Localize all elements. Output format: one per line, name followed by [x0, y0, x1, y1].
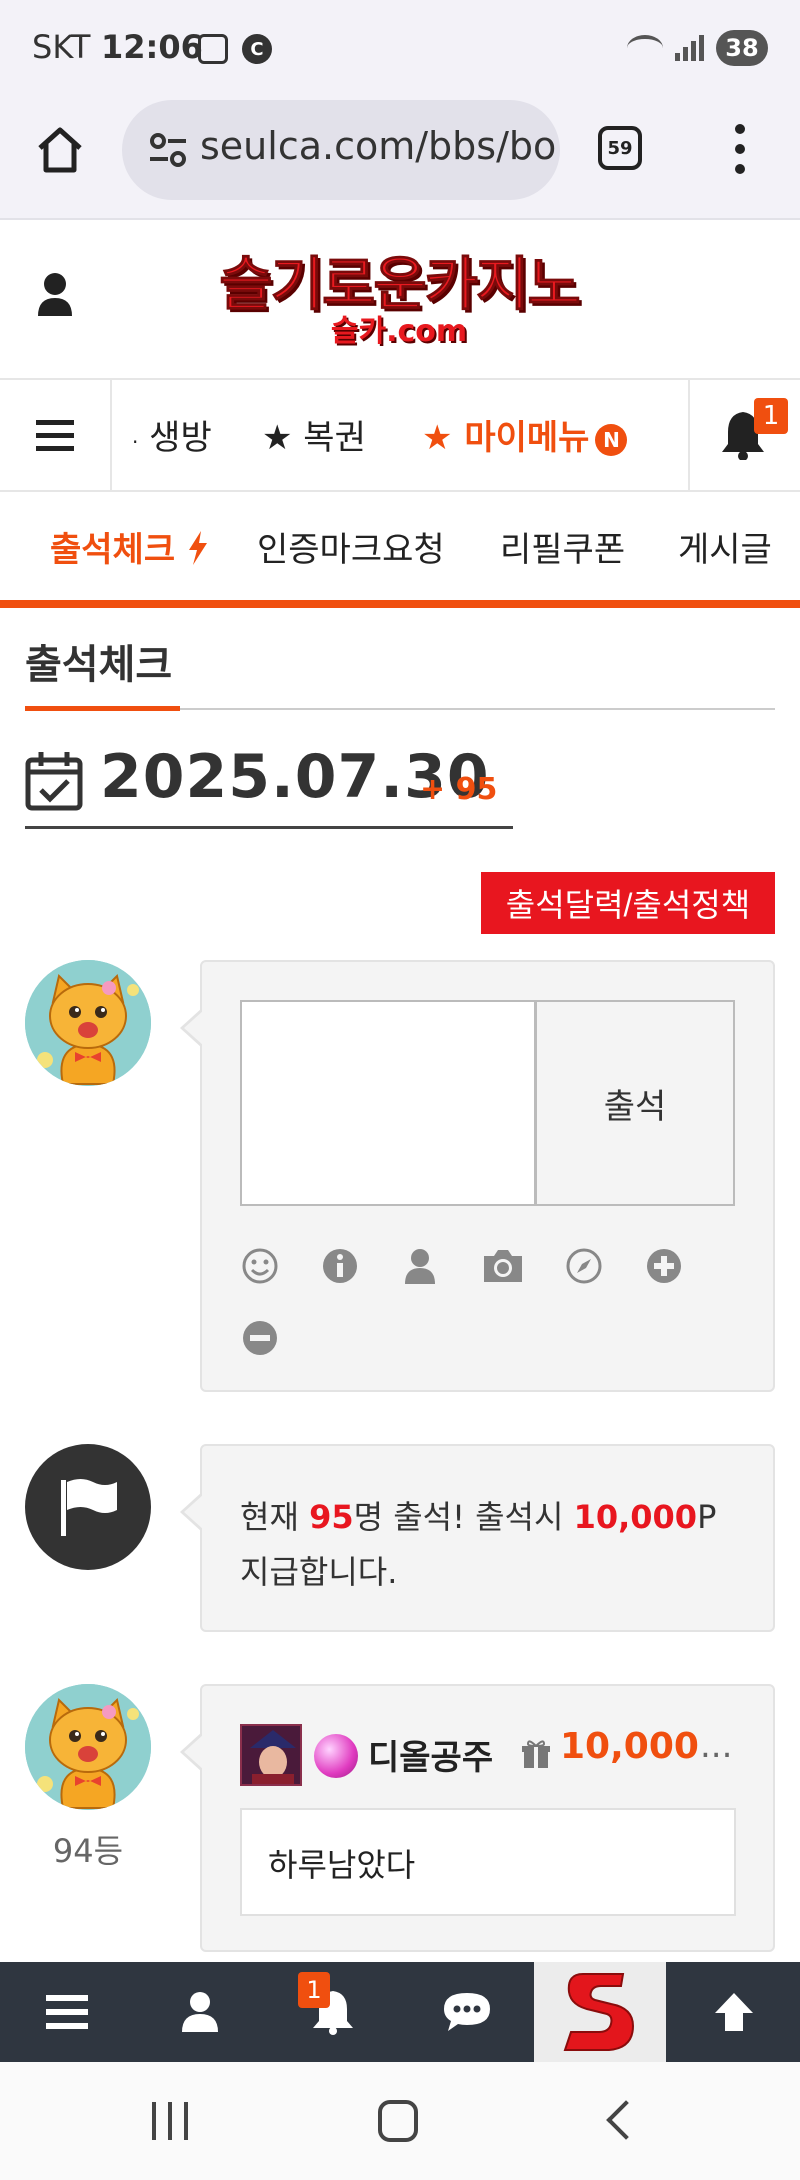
logo-domain: 슬카.com [330, 314, 468, 349]
tab-attendance[interactable]: 출석체크 [50, 522, 209, 571]
more-options-button[interactable]: ... [700, 1726, 732, 1766]
date-underline [25, 826, 513, 829]
notification-badge: 1 [298, 1972, 330, 2008]
level-gem-icon [314, 1734, 358, 1778]
clock: 12:06 [101, 28, 203, 66]
notice-text: 명 출석! 출석시 [353, 1498, 574, 1536]
user-icon[interactable] [400, 1246, 440, 1286]
main-nav: · 생방 ★ 복권 ★ 마이메뉴 N 1 [0, 378, 800, 492]
site-logo[interactable]: 슬기로운카지노 슬카.com [214, 252, 584, 352]
attendee-count: + 95 [420, 772, 498, 807]
home-button[interactable] [378, 2100, 418, 2142]
browser-toolbar: seulca.com/bbs/bo 59 [0, 96, 800, 220]
address-bar[interactable]: seulca.com/bbs/bo [122, 100, 560, 200]
signal-icon [675, 35, 704, 61]
compass-icon[interactable] [564, 1246, 604, 1286]
screenshot-icon [198, 34, 228, 64]
comment-card: 디올공주 10,000 ... 하루남았다 [180, 1684, 775, 1952]
cat-avatar-image [25, 960, 151, 1086]
sub-nav: 출석체크 인증마크요청 리필쿠폰 게시글 [0, 492, 800, 608]
main-nav-items: · 생방 ★ 복권 ★ 마이메뉴 N [112, 380, 688, 490]
url-text: seulca.com/bbs/bo [200, 124, 557, 168]
lightning-icon [188, 531, 207, 565]
site-settings-icon[interactable] [148, 132, 188, 168]
user-profile-image[interactable] [240, 1724, 302, 1786]
new-badge: N [595, 423, 628, 456]
arrow-up-icon [714, 1993, 753, 2031]
nav-item-live[interactable]: · 생방 [132, 410, 212, 459]
notice-text: 현재 [240, 1498, 310, 1536]
calendar-check-icon [25, 752, 83, 811]
attendance-notice-card: 현재 95명 출석! 출석시 10,000P 지급합니다. [180, 1444, 775, 1632]
attendance-submit-button[interactable]: 출석 [535, 1000, 735, 1206]
battery-indicator: 38 [716, 30, 768, 66]
nav-item-my-menu[interactable]: ★ 마이메뉴 N [422, 410, 628, 459]
attendance-form-card: 출석 [180, 960, 775, 1392]
wifi-icon [627, 35, 663, 61]
notice-text: 지급합니다. [240, 1553, 398, 1591]
carrier-label: SKT [32, 28, 91, 66]
notice-count: 95 [309, 1498, 354, 1536]
gift-icon [522, 1740, 550, 1768]
menu-button[interactable] [0, 1962, 133, 2062]
site-logo-button[interactable] [534, 1962, 666, 2062]
system-navigation-bar [0, 2062, 800, 2180]
notification-badge: 1 [754, 398, 788, 434]
chat-icon [443, 1993, 490, 2031]
title-underline [25, 706, 180, 711]
tab-switcher-button[interactable]: 59 [598, 126, 642, 170]
flag-icon [61, 1479, 117, 1536]
notifications-button[interactable]: 1 [688, 380, 800, 490]
nav-item-lottery[interactable]: ★ 복권 [262, 410, 366, 459]
tab-posts[interactable]: 게시글 [678, 522, 772, 571]
user-icon [181, 1992, 218, 2032]
attendance-comment-input[interactable] [240, 1000, 536, 1206]
status-right: 38 [627, 30, 768, 66]
bottom-app-bar: 1 [0, 1962, 800, 2062]
site-logo-icon [563, 1973, 635, 2051]
scroll-top-button[interactable] [667, 1962, 800, 2062]
home-icon[interactable] [34, 124, 86, 176]
tab-refill-coupon[interactable]: 리필쿠폰 [500, 522, 625, 571]
plus-circle-icon[interactable] [644, 1246, 684, 1286]
tab-certification-request[interactable]: 인증마크요청 [257, 522, 445, 571]
notice-points: 10,000 [573, 1498, 698, 1536]
comment-points: 10,000 [560, 1726, 699, 1767]
profile-button[interactable] [133, 1962, 266, 2062]
avatar [25, 960, 151, 1086]
camera-icon[interactable] [480, 1246, 526, 1286]
nav-dot: · [132, 430, 139, 454]
notice-text: P [697, 1498, 717, 1536]
back-button[interactable] [606, 2100, 646, 2140]
nav-item-label: ★ 마이메뉴 [422, 418, 590, 458]
status-icons: C [198, 34, 272, 64]
attendance-rank: 94등 [52, 1832, 124, 1870]
user-icon[interactable] [36, 272, 74, 316]
smile-icon[interactable] [240, 1246, 280, 1286]
minus-circle-icon[interactable] [240, 1318, 280, 1358]
info-icon[interactable] [320, 1246, 360, 1286]
status-bar: SKT 12:06 C 38 [0, 0, 800, 96]
attendance-policy-button[interactable]: 출석달력/출석정책 [481, 872, 775, 934]
nav-item-label: 생방 [149, 418, 212, 458]
cat-avatar-image [25, 1684, 151, 1810]
avatar [25, 1684, 151, 1810]
sync-icon: C [242, 34, 272, 64]
logo-text: 슬기로운카지노 [219, 250, 582, 318]
attendance-notice: 현재 95명 출석! 출석시 10,000P 지급합니다. [240, 1490, 720, 1600]
hamburger-menu-icon[interactable] [0, 380, 112, 490]
comment-username[interactable]: 디올공주 [368, 1730, 493, 1779]
flag-avatar [25, 1444, 151, 1570]
hamburger-menu-icon [45, 1995, 88, 2029]
notifications-button[interactable] [266, 1962, 399, 2062]
recents-button[interactable] [152, 2102, 188, 2140]
comment-body: 하루남았다 [240, 1808, 736, 1916]
chat-button[interactable] [400, 1962, 533, 2062]
tab-label: 출석체크 [50, 530, 176, 570]
more-menu-icon[interactable] [734, 124, 746, 174]
page-title: 출석체크 [25, 642, 173, 688]
site-header: 슬기로운카지노 슬카.com [0, 222, 800, 378]
profile-picture [242, 1726, 300, 1784]
